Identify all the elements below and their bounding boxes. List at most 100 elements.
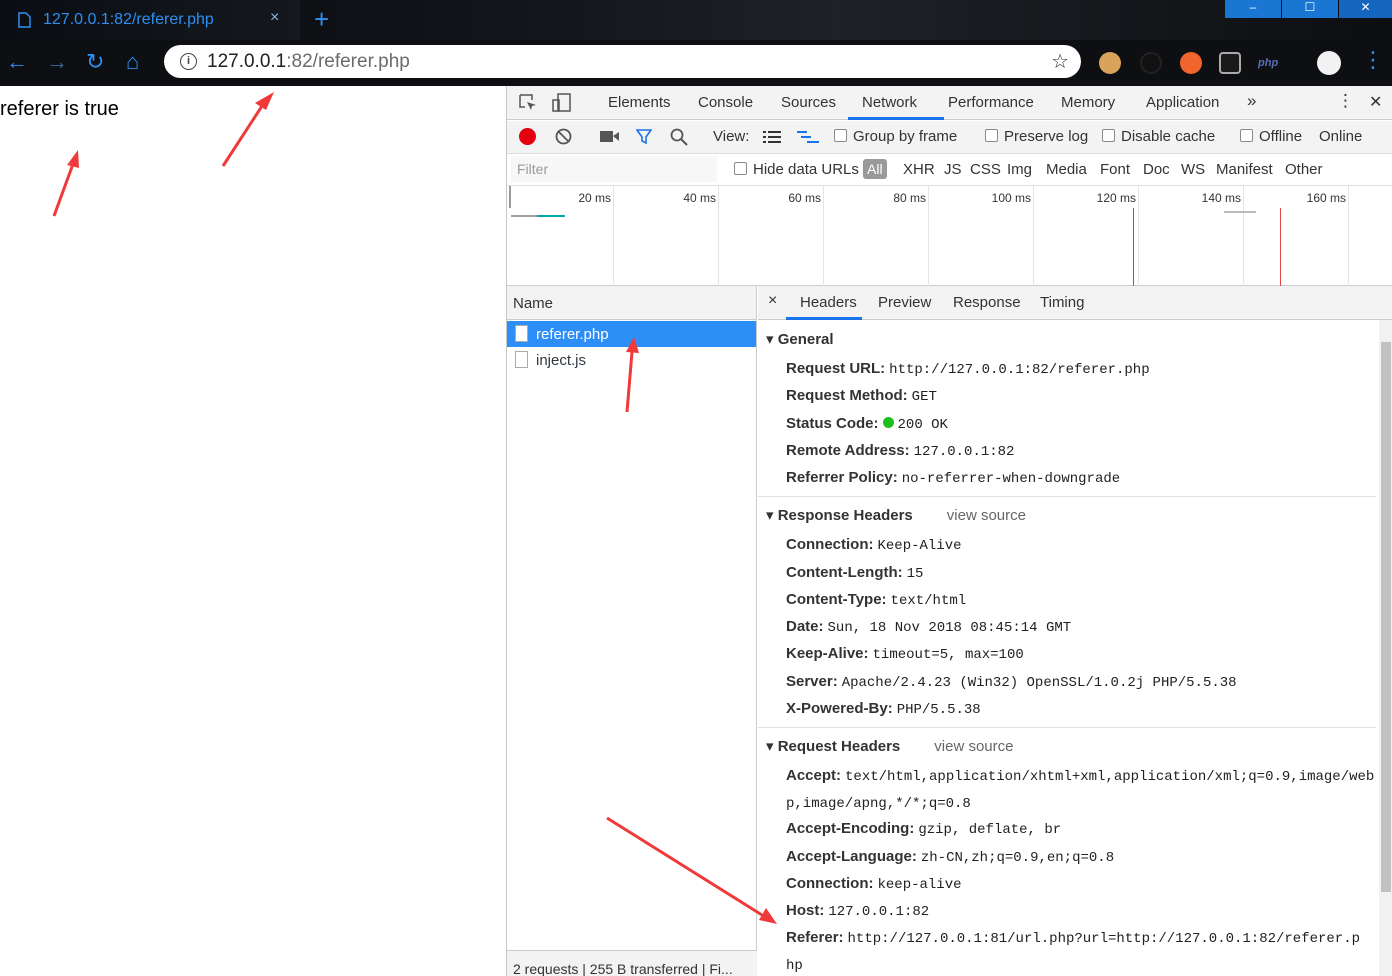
scrollbar-thumb[interactable] (1381, 342, 1391, 892)
close-window-button[interactable]: ✕ (1339, 0, 1392, 18)
large-rows-icon[interactable] (763, 130, 781, 144)
tab-elements[interactable]: Elements (608, 94, 671, 111)
maximize-button[interactable]: ☐ (1282, 0, 1338, 18)
more-tabs-icon[interactable]: » (1247, 91, 1256, 111)
tab-memory[interactable]: Memory (1061, 94, 1115, 111)
header-key: Date: (786, 618, 824, 635)
request-detail-panel: × Headers Preview Response Timing ▾ Gene… (758, 286, 1392, 976)
general-section-header[interactable]: ▾ General (766, 330, 834, 348)
bookmark-star-icon[interactable]: ☆ (1051, 49, 1069, 74)
browser-window: 127.0.0.1:82/referer.php × + – ☐ ✕ ← → ↻… (0, 0, 1392, 976)
header-row: Host: 127.0.0.1:82 (786, 902, 929, 920)
filter-ws[interactable]: WS (1181, 161, 1205, 178)
active-tab-indicator (848, 117, 944, 120)
browser-tab[interactable]: 127.0.0.1:82/referer.php × (0, 0, 300, 40)
header-value: hp (786, 958, 803, 974)
tab-application[interactable]: Application (1146, 94, 1219, 111)
hide-data-urls-checkbox[interactable]: Hide data URLs (734, 161, 859, 178)
tab-console[interactable]: Console (698, 94, 753, 111)
browser-toolbar: ← → ↻ ⌂ i 127.0.0.1:82/referer.php ☆ php… (0, 40, 1392, 86)
cookie-icon[interactable] (1099, 52, 1121, 74)
detail-scrollbar[interactable] (1379, 320, 1392, 976)
avatar-icon[interactable] (1317, 51, 1341, 75)
throttling-select[interactable]: Online (1319, 128, 1362, 145)
devtools-menu-icon[interactable]: ⋮ (1337, 91, 1354, 111)
new-tab-button[interactable]: + (314, 4, 329, 34)
header-key: Keep-Alive: (786, 645, 869, 662)
device-toolbar-icon[interactable] (552, 93, 572, 113)
tab-strip: 127.0.0.1:82/referer.php × + – ☐ ✕ (0, 0, 1392, 40)
home-button[interactable]: ⌂ (126, 50, 139, 74)
header-value: zh-CN,zh;q=0.9,en;q=0.8 (920, 850, 1115, 866)
overview-range-handle[interactable] (509, 186, 511, 208)
disable-cache-checkbox[interactable]: Disable cache (1102, 128, 1215, 145)
search-icon[interactable] (670, 128, 688, 146)
record-icon[interactable] (519, 128, 536, 145)
menu-icon[interactable]: ⋮ (1362, 48, 1384, 72)
tab-close-icon[interactable]: × (270, 9, 279, 27)
filter-all[interactable]: All (863, 159, 887, 179)
name-column-header[interactable]: Name (507, 286, 756, 320)
address-bar[interactable]: i 127.0.0.1:82/referer.php ☆ (164, 45, 1081, 78)
view-source-link[interactable]: view source (934, 738, 1013, 755)
tab-network[interactable]: Network (862, 94, 917, 111)
tab-sources[interactable]: Sources (781, 94, 836, 111)
header-value: http://127.0.0.1:81/url.php?url=http://1… (847, 931, 1361, 947)
request-row-inject[interactable]: inject.js (507, 347, 756, 373)
tab-response[interactable]: Response (953, 294, 1021, 311)
tab-preview[interactable]: Preview (878, 294, 931, 311)
reload-button[interactable]: ↻ (86, 50, 104, 74)
detail-tabbar: × Headers Preview Response Timing (758, 286, 1392, 320)
filter-other[interactable]: Other (1285, 161, 1323, 178)
waterfall-icon[interactable] (797, 130, 819, 144)
inspect-icon[interactable] (519, 94, 537, 112)
group-by-frame-checkbox[interactable]: Group by frame (834, 128, 957, 145)
network-overview[interactable]: 20 ms 40 ms 60 ms 80 ms 100 ms 120 ms 14… (507, 186, 1392, 286)
tab-performance[interactable]: Performance (948, 94, 1034, 111)
network-controls: View: Group by frame Preserve log Disabl… (507, 121, 1392, 154)
response-headers-section-header[interactable]: ▾ Response Headers view source (766, 506, 1026, 524)
filter-media[interactable]: Media (1046, 161, 1087, 178)
timeline-tick-label: 40 ms (683, 191, 716, 205)
header-key: Connection: (786, 875, 874, 892)
filter-font[interactable]: Font (1100, 161, 1130, 178)
group-by-frame-label: Group by frame (853, 128, 958, 145)
capture-screenshots-icon[interactable] (600, 130, 620, 143)
filter-css[interactable]: CSS (970, 161, 1001, 178)
preserve-log-checkbox[interactable]: Preserve log (985, 128, 1088, 145)
header-key: Accept-Encoding: (786, 820, 915, 837)
view-source-link[interactable]: view source (947, 507, 1026, 524)
filter-icon[interactable] (636, 129, 652, 145)
request-name: inject.js (536, 352, 587, 369)
forward-button[interactable]: → (46, 50, 68, 74)
load-event-line (1280, 208, 1281, 286)
detail-close-icon[interactable]: × (768, 292, 777, 310)
filter-manifest[interactable]: Manifest (1216, 161, 1273, 178)
minimize-button[interactable]: – (1225, 0, 1281, 18)
filter-js[interactable]: JS (944, 161, 962, 178)
header-row: Connection: keep-alive (786, 875, 962, 893)
back-button[interactable]: ← (6, 50, 28, 74)
header-row: Content-Length: 15 (786, 564, 923, 582)
tab-headers[interactable]: Headers (800, 294, 857, 311)
php-icon[interactable]: php (1258, 52, 1284, 74)
clear-icon[interactable] (555, 128, 572, 145)
header-key: Host: (786, 902, 825, 919)
site-info-icon[interactable]: i (180, 53, 197, 70)
filter-xhr[interactable]: XHR (903, 161, 935, 178)
header-value: PHP/5.5.38 (896, 702, 981, 718)
filter-doc[interactable]: Doc (1143, 161, 1170, 178)
offline-checkbox[interactable]: Offline (1240, 128, 1302, 145)
header-key: Referer: (786, 929, 844, 946)
request-headers-section-header[interactable]: ▾ Request Headers view source (766, 737, 1013, 755)
glasses-icon[interactable] (1219, 52, 1241, 74)
circle-icon[interactable] (1140, 52, 1162, 74)
tab-timing[interactable]: Timing (1040, 294, 1084, 311)
request-row-referer[interactable]: referer.php (507, 321, 756, 347)
request-list: Name referer.php inject.js 2 requests | … (507, 286, 757, 976)
header-key: Status Code: (786, 415, 879, 432)
filter-img[interactable]: Img (1007, 161, 1032, 178)
lifebuoy-icon[interactable] (1180, 52, 1202, 74)
filter-input[interactable]: Filter (511, 156, 717, 182)
devtools-close-icon[interactable]: ✕ (1369, 92, 1382, 112)
